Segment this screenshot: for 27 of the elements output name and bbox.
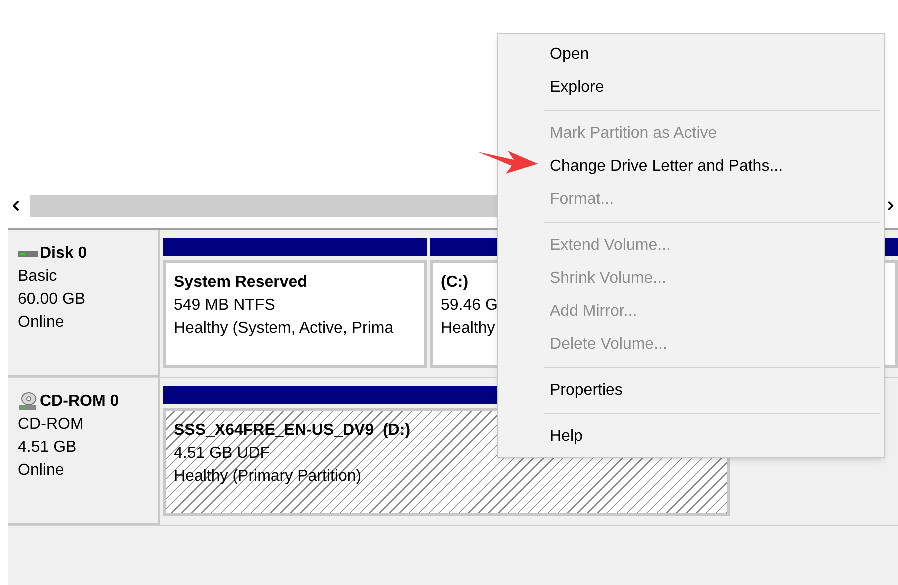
partition-title: (C:) xyxy=(441,273,469,293)
disk-name: CD-ROM 0 xyxy=(40,392,120,412)
pointer-arrow xyxy=(478,148,538,174)
disk-size: 4.51 GB xyxy=(18,438,78,458)
disk-label-panel[interactable]: CD-ROM 0 CD-ROM 4.51 GB Online xyxy=(8,378,160,525)
disk-type: CD-ROM xyxy=(18,415,85,435)
partition-title: System Reserved xyxy=(174,273,308,293)
cd-drive-icon xyxy=(18,392,38,412)
disk-status: Online xyxy=(18,313,66,333)
partition-title: SSS_X64FRE_EN-US_DV9 (D:) xyxy=(174,421,411,441)
disk-name: Disk 0 xyxy=(40,244,88,264)
disk-size: 60.00 GB xyxy=(18,290,87,310)
partition-box[interactable]: System Reserved 549 MB NTFS Healthy (System, Active, Prima xyxy=(163,260,427,368)
disk-label-panel[interactable]: Disk 0 Basic 60.00 GB Online xyxy=(8,230,160,377)
menu-item[interactable]: Open xyxy=(498,38,884,71)
hard-drive-icon xyxy=(18,250,38,258)
menu-item[interactable]: Properties xyxy=(498,374,884,407)
disk-type: Basic xyxy=(18,267,58,287)
partition-size: 59.46 G xyxy=(441,296,498,316)
partition-health: Healthy xyxy=(441,319,496,339)
partition-health: Healthy (System, Active, Prima xyxy=(174,319,394,339)
partition-health: Healthy (Primary Partition) xyxy=(174,467,362,487)
menu-item[interactable]: Change Drive Letter and Paths... xyxy=(498,150,884,183)
partition-size: 549 MB NTFS xyxy=(174,296,276,316)
menu-item[interactable]: Explore xyxy=(498,71,884,104)
disk-status: Online xyxy=(18,461,66,481)
partition-size: 4.51 GB UDF xyxy=(174,444,270,464)
